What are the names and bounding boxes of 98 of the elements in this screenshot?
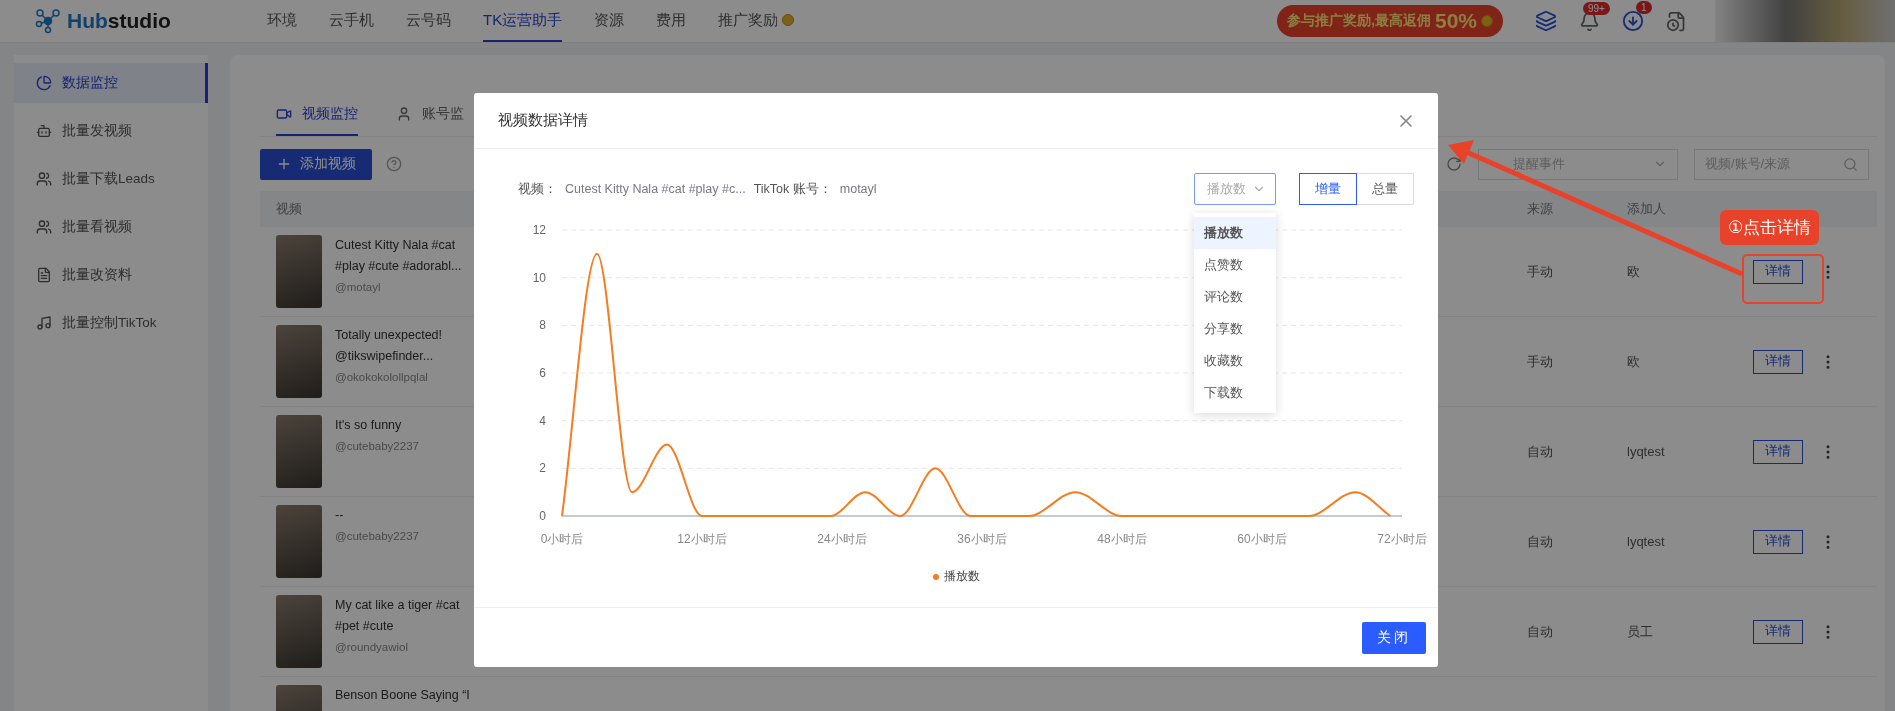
x-tick-label: 72小时后 [1377, 532, 1427, 546]
users-icon [36, 219, 52, 235]
download-icon[interactable] [1622, 10, 1644, 32]
x-tick-label: 24小时后 [817, 532, 867, 546]
nav-item[interactable]: 费用 [656, 0, 687, 42]
refresh-button[interactable] [1446, 156, 1462, 172]
users-icon [36, 171, 52, 187]
nav-item[interactable]: TK运营助手 [483, 0, 563, 42]
details-button[interactable]: 详情 [1753, 529, 1803, 554]
video-title: My cat like a tiger #cat #pet #cute [335, 597, 461, 635]
table-cell: 员工 [1627, 623, 1653, 639]
details-button[interactable]: 详情 [1753, 619, 1803, 644]
table-cell: 手动 [1527, 263, 1553, 279]
search-icon [1843, 156, 1858, 172]
add-video-button[interactable]: 添加视频 [260, 148, 372, 180]
dropdown-option[interactable]: 播放数 [1194, 217, 1276, 249]
sidebar-item[interactable]: 批量看视频 [14, 207, 208, 247]
y-tick-label: 8 [539, 318, 546, 333]
table-cell: lyqtest [1627, 534, 1665, 549]
plus-icon [276, 156, 292, 172]
segment-button[interactable]: 增量 [1299, 173, 1357, 205]
video-account: @motayl [335, 281, 382, 293]
logo-text: Hubstudio [67, 9, 171, 33]
table-cell: 自动 [1527, 623, 1553, 639]
x-tick-label: 0小时后 [540, 532, 584, 546]
pie-chart-icon [36, 75, 52, 91]
video-title: Cutest Kitty Nala #cat #play #cute #adorabl... [335, 237, 463, 275]
table-cell: 自动 [1527, 443, 1553, 459]
details-button[interactable]: 详情 [1753, 259, 1803, 284]
music-note-icon [36, 315, 52, 331]
nav-item[interactable]: 推广奖励 [718, 0, 795, 42]
sidebar-item[interactable]: 批量控制TikTok [14, 303, 208, 343]
details-button[interactable]: 详情 [1753, 439, 1803, 464]
close-button[interactable]: 关闭 [1362, 621, 1426, 654]
x-tick-label: 12小时后 [677, 532, 727, 546]
info-value: Cutest Kitty Nala #cat #play #c... [565, 182, 746, 196]
nav-item[interactable]: 云手机 [329, 0, 374, 42]
video-account: @cutebaby2237 [335, 440, 420, 452]
download-badge: 1 [1636, 1, 1652, 14]
dropdown-option[interactable]: 收藏数 [1194, 345, 1276, 377]
sidebar-item[interactable]: 批量下载Leads [14, 159, 208, 199]
y-tick-label: 2 [539, 461, 546, 476]
coin-icon [782, 14, 795, 26]
details-button[interactable]: 详情 [1753, 349, 1803, 374]
video-account: @roundyawiol [335, 641, 410, 653]
y-tick-label: 4 [539, 413, 546, 428]
sidebar-item[interactable]: 数据监控 [14, 63, 208, 103]
document-icon [36, 267, 52, 283]
dropdown-option[interactable]: 下载数 [1194, 377, 1276, 409]
column-header: 视频 [276, 201, 302, 216]
dropdown-option[interactable]: 评论数 [1194, 281, 1276, 313]
sidebar-item[interactable]: 批量改资料 [14, 255, 208, 295]
segment-button[interactable]: 总量 [1356, 173, 1414, 205]
notification-badge: 99+ [1583, 1, 1610, 15]
x-tick-label: 36小时后 [957, 532, 1007, 546]
video-title: -- [335, 507, 345, 524]
info-label: 视频： [518, 180, 557, 198]
y-tick-label: 6 [539, 366, 546, 380]
y-tick-label: 0 [539, 509, 546, 523]
table-cell: 自动 [1527, 533, 1553, 549]
table-cell: lyqtest [1627, 444, 1665, 459]
dropdown-option[interactable]: 点赞数 [1194, 249, 1276, 281]
x-tick-label: 60小时后 [1237, 532, 1287, 546]
table-cell: 欧 [1627, 263, 1640, 279]
dialog-title: 视频数据详情 [498, 111, 588, 130]
sidebar-item[interactable]: 批量发视频 [14, 111, 208, 151]
video-title: Totally unexpected! @tikswipefinder... [335, 327, 443, 365]
table-cell: 欧 [1627, 353, 1640, 369]
user-icon [396, 105, 412, 122]
logo-icon [35, 8, 61, 34]
video-title: It's so funny [335, 417, 403, 434]
profile-placeholder[interactable] [1715, 0, 1895, 42]
tab[interactable]: 视频监控 [276, 93, 358, 136]
coin-icon [1481, 15, 1493, 27]
nav-item[interactable]: 云号码 [406, 0, 451, 42]
nav-item[interactable]: 资源 [594, 0, 625, 42]
y-tick-label: 12 [532, 223, 546, 237]
column-header: 添加人 [1627, 201, 1666, 216]
nav-item[interactable]: 环境 [267, 0, 297, 42]
legend-label: 播放数 [943, 568, 980, 585]
dropdown-option[interactable]: 分享数 [1194, 313, 1276, 345]
promo-banner[interactable]: 参与推广奖励,最高返佣 50% [1277, 5, 1503, 37]
robot-icon [36, 123, 52, 139]
history-icon[interactable] [1666, 10, 1687, 32]
info-value: motayl [839, 182, 877, 196]
video-account: @cutebaby2237 [335, 530, 420, 542]
help-icon[interactable] [386, 156, 402, 172]
column-header: 来源 [1527, 201, 1553, 216]
table-cell: 手动 [1527, 353, 1553, 369]
x-tick-label: 48小时后 [1097, 532, 1147, 546]
metric-select[interactable]: 播放数 [1194, 173, 1276, 205]
info-label: TikTok 账号： [753, 180, 832, 198]
annotation-callout: ①点击详情 [1720, 210, 1820, 245]
video-account: @okokokolollpqlal [335, 371, 429, 383]
y-tick-label: 10 [532, 270, 546, 285]
video-title: Benson Boone Saying “I [335, 687, 471, 704]
tab[interactable]: 账号监 [396, 93, 464, 136]
windows-icon[interactable] [1535, 10, 1557, 32]
